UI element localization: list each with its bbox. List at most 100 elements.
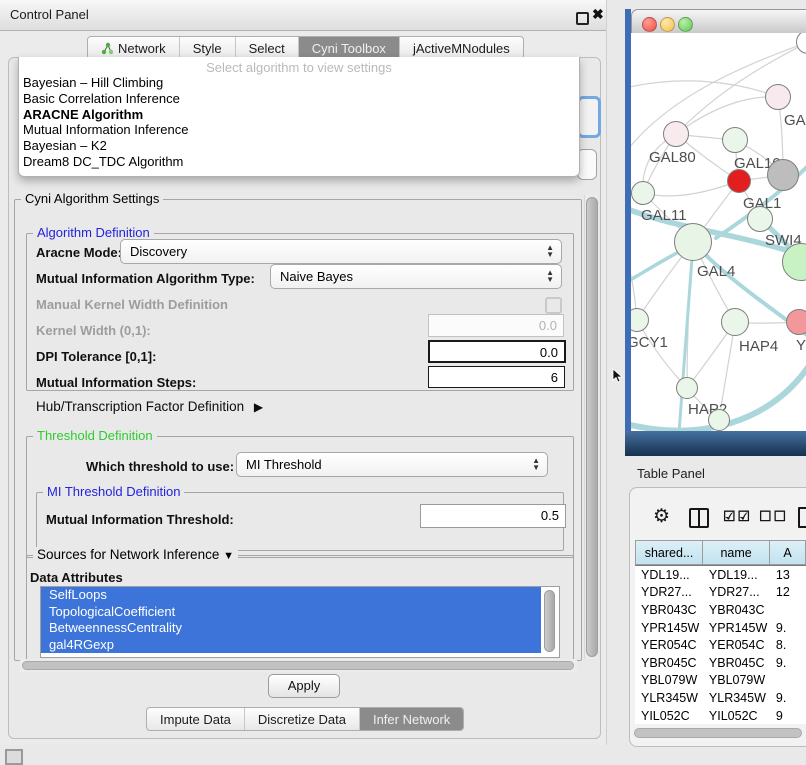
algorithm-option[interactable]: Mutual Information Inference <box>19 122 579 138</box>
table-row[interactable]: YLR345WYLR345W9. <box>635 689 806 707</box>
network-node-hap2[interactable] <box>676 377 698 399</box>
dpi-tolerance-field[interactable]: 0.0 <box>428 340 566 363</box>
node-table: shared... name A YDL19...YDL19...13YDR27… <box>635 540 806 728</box>
algorithm-option[interactable]: Bayesian – K2 <box>19 138 579 154</box>
table-row[interactable]: YBR043CYBR043C <box>635 601 806 619</box>
network-node[interactable] <box>708 409 730 431</box>
network-canvas[interactable]: GAL80GALGAL10GAL1GAL11SWI4GAL4GCY1HAP4YH… <box>631 33 806 431</box>
column-header-name[interactable]: name <box>703 540 770 565</box>
algorithm-option[interactable]: Basic Correlation Inference <box>19 91 579 107</box>
manual-kernel-checkbox[interactable] <box>545 297 562 314</box>
panel-title: Control Panel <box>10 0 89 30</box>
zoom-traffic-light[interactable] <box>678 17 693 32</box>
horizontal-scrollbar-thumb[interactable] <box>22 661 574 670</box>
dpi-tolerance-label: DPI Tolerance [0,1]: <box>36 349 156 364</box>
float-panel-icon[interactable] <box>576 12 589 25</box>
table-hscrollbar-track[interactable] <box>633 727 803 738</box>
tab-discretize-data[interactable]: Discretize Data <box>245 708 360 730</box>
which-threshold-combo[interactable]: MI Threshold ▲▼ <box>236 452 548 477</box>
manual-kernel-label: Manual Kernel Width Definition <box>36 297 228 312</box>
aracne-mode-combo[interactable]: Discovery ▲▼ <box>120 239 562 264</box>
data-attribute-item[interactable]: SelfLoops <box>41 587 541 604</box>
horizontal-scrollbar-track[interactable] <box>20 659 577 672</box>
network-window-titlebar[interactable] <box>631 9 806 35</box>
mi-threshold-field[interactable]: 0.5 <box>420 504 566 528</box>
close-icon[interactable]: ✖ <box>592 6 604 23</box>
mi-steps-field[interactable]: 6 <box>428 366 565 388</box>
spinner-icon: ▲▼ <box>546 244 554 258</box>
table-row[interactable]: YPR145WYPR145W9. <box>635 619 806 637</box>
network-node[interactable] <box>796 33 806 54</box>
network-node-gal11[interactable] <box>631 181 655 205</box>
network-view-window: GAL80GALGAL10GAL1GAL11SWI4GAL4GCY1HAP4YH… <box>625 7 806 456</box>
algorithm-option[interactable]: ARACNE Algorithm <box>19 107 579 123</box>
panel-grip-icon[interactable] <box>5 749 23 765</box>
tab-select[interactable]: Select <box>236 37 299 59</box>
table-row[interactable]: YDL19...YDL19...13 <box>635 566 806 584</box>
table-hscrollbar-thumb[interactable] <box>634 728 802 738</box>
table-cell: YPR145W <box>703 621 770 635</box>
data-attributes-label: Data Attributes <box>30 570 123 585</box>
tab-impute-data[interactable]: Impute Data <box>147 708 245 730</box>
list-scrollbar-thumb[interactable] <box>544 590 555 652</box>
network-node-hap4[interactable] <box>721 308 749 336</box>
tab-network[interactable]: Network <box>88 37 180 59</box>
network-node[interactable] <box>767 159 799 191</box>
column-layout-icon[interactable] <box>689 508 709 528</box>
network-node-label: GAL80 <box>649 149 696 166</box>
kernel-width-field[interactable]: 0.0 <box>428 314 564 337</box>
table-cell: YBL079W <box>635 673 703 687</box>
network-node-label: GCY1 <box>631 334 668 351</box>
algorithm-combo-partial[interactable] <box>577 96 601 138</box>
network-node-gal4[interactable] <box>674 223 712 261</box>
table-header-row: shared... name A <box>635 540 806 566</box>
network-node[interactable] <box>782 243 806 281</box>
column-header-partial[interactable]: A <box>770 540 806 565</box>
table-cell: YBR043C <box>703 603 770 617</box>
network-node-swi4[interactable] <box>747 206 773 232</box>
select-all-checkboxes-icon[interactable]: ☑☑ <box>723 508 752 525</box>
tab-style[interactable]: Style <box>180 37 236 59</box>
settings-group-title: Cyni Algorithm Settings <box>21 191 163 206</box>
table-row[interactable]: YDR27...YDR27...12 <box>635 584 806 602</box>
tab-infer-network[interactable]: Infer Network <box>360 708 463 730</box>
network-node-gal1[interactable] <box>727 169 751 193</box>
data-table-combo-partial[interactable] <box>577 149 597 180</box>
data-attribute-item[interactable]: gal4RGexp <box>41 637 541 654</box>
data-attributes-list[interactable]: SelfLoopsTopologicalCoefficientBetweenne… <box>40 586 560 658</box>
table-cell: YER054C <box>635 638 703 652</box>
tab-jactivemnodules[interactable]: jActiveMNodules <box>400 37 523 59</box>
control-panel-titlebar: Control Panel ✖ <box>0 0 606 31</box>
mi-type-combo[interactable]: Naive Bayes ▲▼ <box>270 264 562 289</box>
network-node-gal80[interactable] <box>663 121 689 147</box>
network-node-gcy1[interactable] <box>631 308 649 332</box>
table-cell: 9 <box>770 709 806 723</box>
network-node-gal[interactable] <box>765 84 791 110</box>
table-cell: YIL052C <box>635 709 703 723</box>
table-row[interactable]: YIL052CYIL052C9 <box>635 707 806 725</box>
algorithm-option[interactable]: Bayesian – Hill Climbing <box>19 75 579 91</box>
algorithm-definition-title: Algorithm Definition <box>33 225 154 240</box>
apply-button[interactable]: Apply <box>268 674 340 698</box>
algorithm-option[interactable]: Dream8 DC_TDC Algorithm <box>19 154 579 170</box>
sources-group-title[interactable]: Sources for Network Inference ▼ <box>33 547 238 562</box>
document-icon[interactable] <box>798 507 806 528</box>
table-row[interactable]: YBR045CYBR045C9. <box>635 654 806 672</box>
tab-cyni-toolbox[interactable]: Cyni Toolbox <box>299 37 400 59</box>
vertical-scrollbar-thumb[interactable] <box>586 197 598 657</box>
table-row[interactable]: YBL079WYBL079W <box>635 672 806 690</box>
network-node-label: GAL11 <box>641 207 687 224</box>
network-node-gal10[interactable] <box>722 127 748 153</box>
vertical-scrollbar-track[interactable] <box>584 195 598 659</box>
column-header-shared[interactable]: shared... <box>635 540 703 565</box>
minimize-traffic-light[interactable] <box>660 17 675 32</box>
close-traffic-light[interactable] <box>642 17 657 32</box>
aracne-mode-label: Aracne Mode: <box>36 245 122 260</box>
network-node-y[interactable] <box>786 309 806 335</box>
table-row[interactable]: YER054CYER054C8. <box>635 636 806 654</box>
deselect-all-checkboxes-icon[interactable]: ☐☐ <box>759 508 788 525</box>
gear-icon[interactable]: ⚙ <box>653 505 670 528</box>
data-attribute-item[interactable]: BetweennessCentrality <box>41 620 541 637</box>
data-attribute-item[interactable]: TopologicalCoefficient <box>41 604 541 621</box>
hub-section-toggle[interactable]: Hub/Transcription Factor Definition ▶ <box>36 399 263 414</box>
